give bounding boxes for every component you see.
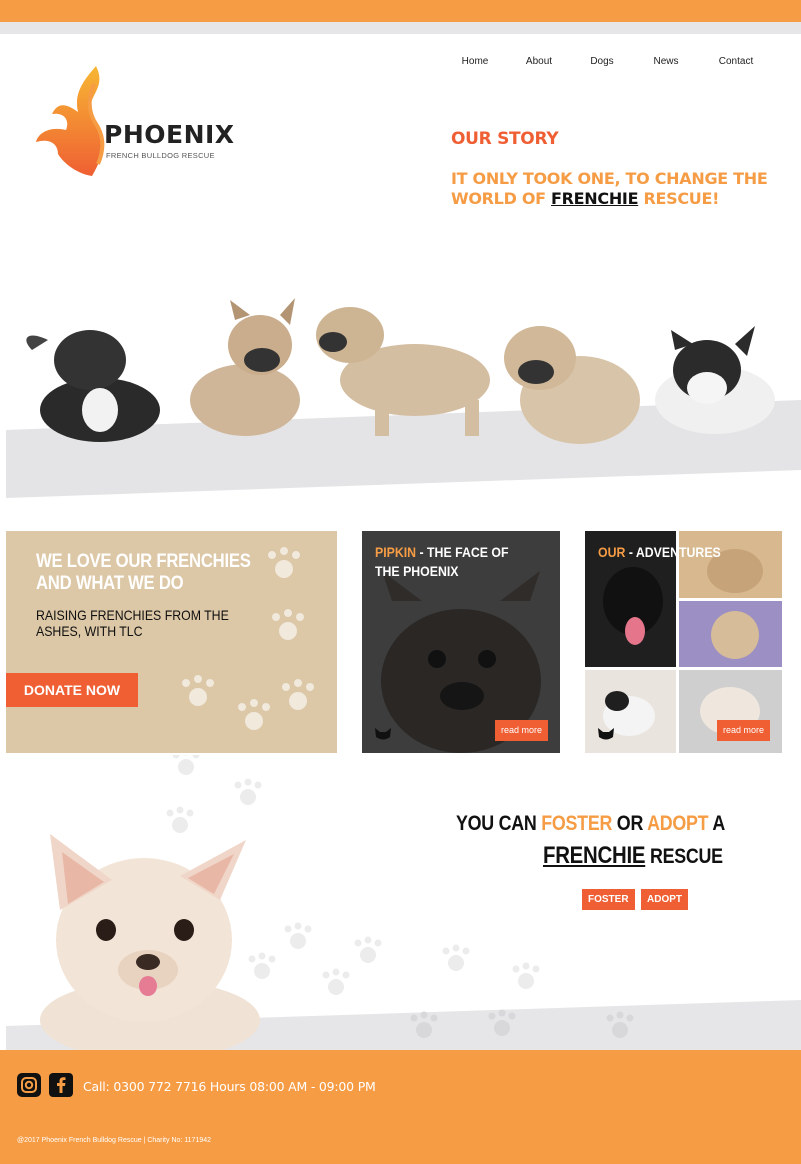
puppy-image bbox=[190, 298, 300, 436]
story-subtitle: IT ONLY TOOK ONE, TO CHANGE THE WORLD OF… bbox=[451, 169, 768, 208]
foster-button[interactable]: FOSTER bbox=[582, 889, 635, 910]
card-title: OUR - ADVENTURES bbox=[598, 544, 721, 560]
facebook-icon[interactable] bbox=[49, 1073, 73, 1097]
puppies-hero-image bbox=[6, 298, 801, 498]
card-title: WE LOVE OUR FRENCHIES AND WHAT WE DO bbox=[36, 551, 251, 594]
donate-now-button[interactable]: DONATE NOW bbox=[6, 673, 138, 707]
card-title: PIPKIN - THE FACE OF THE PHOENIX bbox=[375, 544, 509, 579]
story-title: OUR STORY bbox=[451, 129, 559, 149]
nav-news[interactable]: News bbox=[633, 56, 699, 67]
logo-subtitle: FRENCH BULLDOG RESCUE bbox=[106, 151, 215, 160]
contact-hours-text: Call: 0300 772 7716 Hours 08:00 AM - 09:… bbox=[83, 1079, 376, 1094]
frenchie-emphasis: FRENCHIE bbox=[551, 189, 639, 208]
logo-wordmark: PHOENIX bbox=[104, 120, 235, 149]
puppy-image bbox=[26, 330, 160, 442]
nav-about[interactable]: About bbox=[507, 56, 571, 67]
donate-card: WE LOVE OUR FRENCHIES AND WHAT WE DO RAI… bbox=[6, 531, 337, 753]
copyright-text: @2017 Phoenix French Bulldog Rescue | Ch… bbox=[17, 1137, 212, 1144]
pipkin-card[interactable]: PIPKIN - THE FACE OF THE PHOENIX read mo… bbox=[362, 531, 560, 753]
top-bar bbox=[0, 0, 801, 22]
nav-dogs[interactable]: Dogs bbox=[571, 56, 633, 67]
foster-adopt-heading-line2: FRENCHIE RESCUE bbox=[543, 842, 723, 869]
read-more-button[interactable]: read more bbox=[716, 720, 770, 741]
footer bbox=[0, 1050, 801, 1164]
nav-home[interactable]: Home bbox=[443, 56, 507, 67]
fawn-puppy-image bbox=[40, 834, 260, 1060]
nav-contact[interactable]: Contact bbox=[699, 56, 773, 67]
instagram-icon[interactable] bbox=[17, 1073, 41, 1097]
bulldog-head-icon bbox=[375, 728, 391, 740]
card-subtitle: RAISING FRENCHIES FROM THE ASHES, WITH T… bbox=[36, 607, 229, 639]
adventures-card[interactable]: OUR - ADVENTURES read more bbox=[585, 531, 782, 753]
foster-adopt-heading: YOU CAN FOSTER OR ADOPT A bbox=[456, 812, 726, 835]
puppy-image bbox=[655, 326, 775, 434]
top-divider bbox=[0, 22, 801, 34]
main-nav: Home About Dogs News Contact bbox=[443, 56, 773, 67]
read-more-button[interactable]: read more bbox=[494, 720, 548, 741]
bulldog-head-icon bbox=[598, 728, 614, 740]
adopt-button[interactable]: ADOPT bbox=[641, 889, 688, 910]
